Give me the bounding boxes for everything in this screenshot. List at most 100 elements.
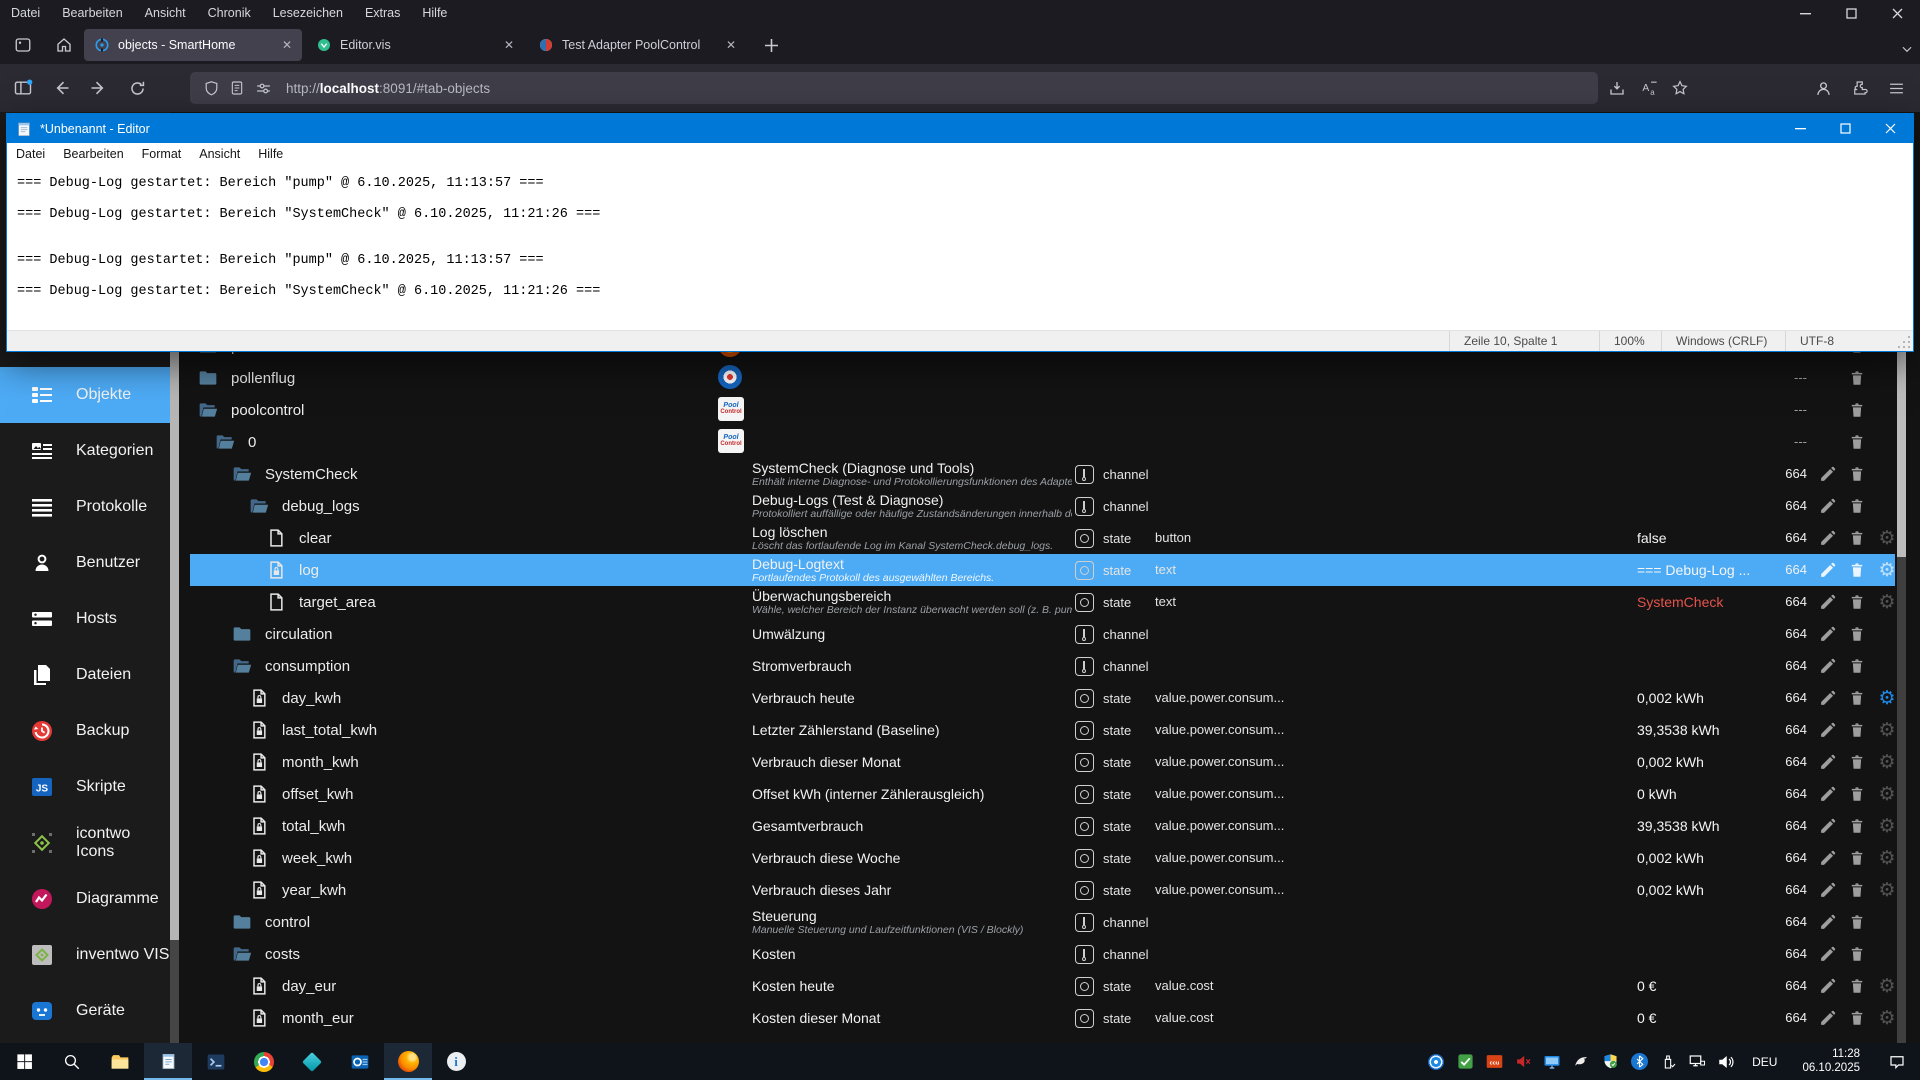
tray-network-icon[interactable] (1687, 1052, 1707, 1072)
object-row-target_area[interactable]: target_areaÜberwachungsbereichWähle, wel… (190, 586, 1895, 618)
new-tab-icon[interactable] (756, 30, 786, 60)
tab-close-icon[interactable]: ✕ (274, 38, 292, 52)
edit-pencil-icon[interactable] (1816, 975, 1838, 997)
tray-volume-icon[interactable] (1716, 1052, 1736, 1072)
maximize-icon[interactable] (1828, 0, 1874, 26)
delete-trash-icon[interactable] (1846, 815, 1868, 837)
notepad-menu-hilfe[interactable]: Hilfe (249, 147, 292, 161)
taskbar-diamond-app-icon[interactable] (288, 1043, 336, 1080)
object-row-month_eur[interactable]: month_eurKosten dieser Monatstatevalue.c… (190, 1002, 1895, 1034)
sidebar-item-files[interactable]: Dateien (0, 647, 170, 703)
delete-trash-icon[interactable] (1846, 495, 1868, 517)
object-row-consumption[interactable]: consumptionStromverbrauchchannel664 (190, 650, 1895, 682)
browser-menu-bearbeiten[interactable]: Bearbeiten (51, 0, 133, 26)
settings-gear-icon[interactable]: ⚙ (1876, 815, 1898, 837)
edit-pencil-icon[interactable] (1816, 495, 1838, 517)
object-row-day_kwh[interactable]: day_kwhVerbrauch heutestatevalue.power.c… (190, 682, 1895, 714)
settings-gear-icon[interactable]: ⚙ (1876, 527, 1898, 549)
permissions-tuner-icon[interactable] (250, 75, 276, 101)
notepad-titlebar[interactable]: *Unbenannt - Editor (7, 114, 1913, 143)
sidebar-item-scripts[interactable]: JS Skripte (0, 759, 170, 815)
sidebar-scrollbar[interactable] (170, 352, 179, 1043)
tray-bluetooth-icon[interactable] (1629, 1052, 1649, 1072)
delete-trash-icon[interactable] (1846, 559, 1868, 581)
object-row-month_kwh[interactable]: month_kwhVerbrauch dieser Monatstatevalu… (190, 746, 1895, 778)
edit-pencil-icon[interactable] (1816, 1007, 1838, 1029)
taskbar-start-icon[interactable] (0, 1043, 48, 1080)
taskbar-explorer-icon[interactable] (96, 1043, 144, 1080)
settings-gear-icon[interactable]: ⚙ (1876, 1007, 1898, 1029)
edit-pencil-icon[interactable] (1816, 655, 1838, 677)
sidebar-item-inventwo[interactable]: inventwo VIS (0, 927, 170, 983)
taskbar-notepad-icon[interactable] (144, 1043, 192, 1080)
object-row-poolcontrol[interactable]: poolcontrolPoolControl--- (190, 394, 1895, 426)
browser-menu-hilfe[interactable]: Hilfe (411, 0, 458, 26)
notepad-text-area[interactable]: === Debug-Log gestartet: Bereich "pump" … (7, 164, 1913, 330)
notepad-maximize-icon[interactable] (1823, 114, 1868, 143)
edit-pencil-icon[interactable] (1816, 559, 1838, 581)
settings-gear-icon[interactable]: ⚙ (1876, 879, 1898, 901)
translate-icon[interactable]: Aa (1632, 71, 1666, 105)
notepad-close-icon[interactable] (1868, 114, 1913, 143)
action-center-icon[interactable] (1878, 1043, 1916, 1080)
taskbar-search-icon[interactable] (48, 1043, 96, 1080)
shield-icon[interactable] (198, 75, 224, 101)
notepad-window[interactable]: *Unbenannt - Editor DateiBearbeitenForma… (6, 113, 1914, 352)
object-row-debug_logs[interactable]: debug_logsDebug-Logs (Test & Diagnose)Pr… (190, 490, 1895, 522)
browser-menu-ansicht[interactable]: Ansicht (134, 0, 197, 26)
settings-gear-icon[interactable]: ⚙ (1876, 783, 1898, 805)
delete-trash-icon[interactable] (1846, 367, 1868, 389)
sidebar-item-charts[interactable]: Diagramme (0, 871, 170, 927)
delete-trash-icon[interactable] (1846, 623, 1868, 645)
edit-pencil-icon[interactable] (1816, 815, 1838, 837)
notepad-menu-datei[interactable]: Datei (7, 147, 54, 161)
object-row-clear[interactable]: clearLog löschenLöscht das fortlaufende … (190, 522, 1895, 554)
notepad-menu-bearbeiten[interactable]: Bearbeiten (54, 147, 132, 161)
edit-pencil-icon[interactable] (1816, 911, 1838, 933)
delete-trash-icon[interactable] (1846, 463, 1868, 485)
settings-gear-icon[interactable]: ⚙ (1876, 719, 1898, 741)
notepad-menu-format[interactable]: Format (133, 147, 191, 161)
browser-menu-datei[interactable]: Datei (0, 0, 51, 26)
reload-icon[interactable] (120, 71, 154, 105)
edit-pencil-icon[interactable] (1816, 719, 1838, 741)
delete-trash-icon[interactable] (1846, 687, 1868, 709)
edit-pencil-icon[interactable] (1816, 751, 1838, 773)
delete-trash-icon[interactable] (1846, 783, 1868, 805)
delete-trash-icon[interactable] (1846, 943, 1868, 965)
tray-green-check-icon[interactable] (1455, 1052, 1475, 1072)
delete-trash-icon[interactable] (1846, 879, 1868, 901)
sidebar-item-devices[interactable]: Geräte (0, 983, 170, 1039)
tray-speaker-red-icon[interactable] (1513, 1052, 1533, 1072)
resize-grip[interactable] (1897, 331, 1913, 351)
extensions-puzzle-icon[interactable] (1843, 71, 1877, 105)
object-row-last_total_kwh[interactable]: last_total_kwhLetzter Zählerstand (Basel… (190, 714, 1895, 746)
minimize-icon[interactable] (1782, 0, 1828, 26)
delete-trash-icon[interactable] (1846, 431, 1868, 453)
edit-pencil-icon[interactable] (1816, 943, 1838, 965)
tab-close-icon[interactable]: ✕ (718, 38, 736, 52)
tray-ccu-icon[interactable]: ccu (1484, 1052, 1504, 1072)
edit-pencil-icon[interactable] (1816, 591, 1838, 613)
taskbar-firefox-icon[interactable] (384, 1043, 432, 1080)
settings-gear-icon[interactable]: ⚙ (1876, 847, 1898, 869)
notepad-minimize-icon[interactable] (1778, 114, 1823, 143)
delete-trash-icon[interactable] (1846, 911, 1868, 933)
sidebar-item-backup[interactable]: Backup (0, 703, 170, 759)
home-icon[interactable] (49, 30, 79, 60)
browser-tab-3[interactable]: Test Adapter PoolControl ✕ (528, 29, 746, 61)
taskbar-terminal-icon[interactable] (192, 1043, 240, 1080)
delete-trash-icon[interactable] (1846, 751, 1868, 773)
delete-trash-icon[interactable] (1846, 975, 1868, 997)
sidebar-item-objects[interactable]: Objekte (0, 367, 170, 423)
object-row-log[interactable]: logDebug-LogtextFortlaufendes Protokoll … (190, 554, 1895, 586)
edit-pencil-icon[interactable] (1816, 687, 1838, 709)
site-info-icon[interactable] (224, 75, 250, 101)
object-row-SystemCheck[interactable]: SystemCheckSystemCheck (Diagnose und Too… (190, 458, 1895, 490)
object-row-year_kwh[interactable]: year_kwhVerbrauch dieses Jahrstatevalue.… (190, 874, 1895, 906)
settings-gear-icon[interactable]: ⚙ (1876, 751, 1898, 773)
delete-trash-icon[interactable] (1846, 719, 1868, 741)
object-row-day_eur[interactable]: day_eurKosten heutestatevalue.cost0 €664… (190, 970, 1895, 1002)
forward-icon[interactable] (82, 71, 116, 105)
taskbar-info-app-icon[interactable]: i (432, 1043, 480, 1080)
